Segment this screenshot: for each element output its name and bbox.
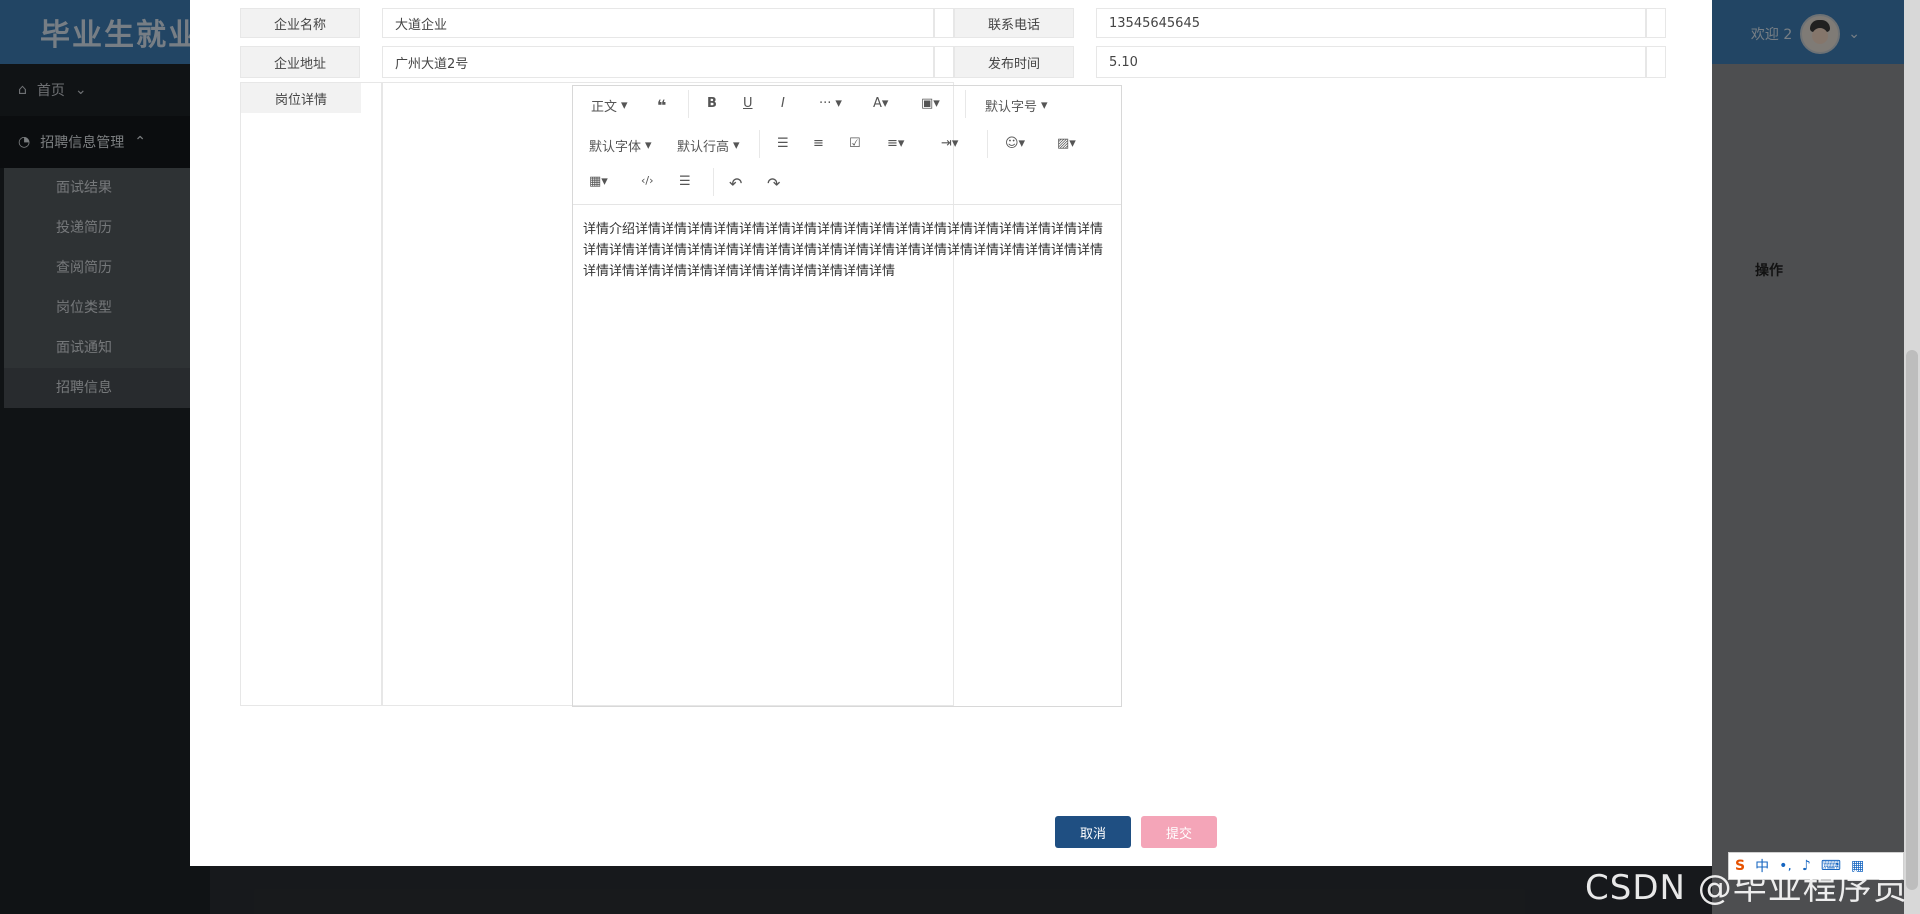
address-field[interactable]: 广州大道2号 [382,46,934,78]
font-size-label: 默认字号 [985,100,1038,115]
paragraph-label: 正文 [591,100,618,115]
line-height-select[interactable]: 默认行高 ▾ [677,136,740,155]
form-row: 企业地址 广州大道2号 发布时间 5.10 [240,46,1666,78]
emoji-icon[interactable]: ☺▾ [1005,136,1025,151]
edit-modal: 企业名称 大道企业 联系电话 13545645645 企业地址 广州大道2号 发… [190,0,1712,866]
quote-icon[interactable]: ❝ [657,96,666,115]
paragraph-select[interactable]: 正文 ▾ [591,96,628,115]
line-height-label: 默认行高 [677,140,730,155]
undo-icon[interactable]: ↶ [729,174,742,193]
phone-field[interactable]: 13545645645 [1096,8,1646,38]
form-row: 企业名称 大道企业 联系电话 13545645645 [240,8,1666,38]
divider-icon[interactable]: ☰ [679,174,691,189]
code-icon[interactable]: ‹/› [641,174,654,187]
editor-content[interactable]: 详情介绍详情详情详情详情详情详情详情详情详情详情详情详情详情详情详情详情详情详情… [573,205,1121,296]
detail-label: 岗位详情 [241,83,361,113]
background-color-icon[interactable]: ▣▾ [921,96,940,111]
cancel-button[interactable]: 取消 [1055,816,1131,848]
detail-label-cell: 岗位详情 [240,82,382,706]
font-color-icon[interactable]: A▾ [873,96,888,111]
font-family-label: 默认字体 [589,140,642,155]
checklist-icon[interactable]: ☑ [849,136,861,151]
caret-down-icon: ▾ [1041,98,1048,113]
submit-button[interactable]: 提交 [1141,816,1217,848]
publish-field[interactable]: 5.10 [1096,46,1646,78]
italic-button[interactable]: I [781,96,785,111]
company-name-label: 企业名称 [240,8,360,38]
editor-toolbar: 正文 ▾ ❝ B U I ··· ▾ A▾ ▣▾ 默认字号 ▾ 默认字体 ▾ 默认行高 ▾… [573,86,1121,205]
table-icon[interactable]: ▦▾ [589,174,608,189]
align-icon[interactable]: ≡▾ [887,136,904,151]
caret-down-icon: ▾ [733,138,740,153]
font-family-select[interactable]: 默认字体 ▾ [589,136,652,155]
company-name-field[interactable]: 大道企业 [382,8,934,38]
caret-down-icon: ▾ [835,96,842,111]
indent-icon[interactable]: ⇥▾ [941,136,958,151]
more-style-button[interactable]: ··· ▾ [819,96,842,111]
underline-button[interactable]: U [743,96,753,111]
caret-down-icon: ▾ [621,98,628,113]
phone-label: 联系电话 [954,8,1074,38]
more-label: ··· [819,96,832,111]
bullet-list-icon[interactable]: ☰ [777,136,789,151]
address-label: 企业地址 [240,46,360,78]
numbered-list-icon[interactable]: ≡ [813,136,824,151]
rich-text-editor: 正文 ▾ ❝ B U I ··· ▾ A▾ ▣▾ 默认字号 ▾ 默认字体 ▾ 默认行高 ▾… [572,85,1122,707]
watermark: CSDN @毕业程序员 [1585,868,1908,908]
bold-button[interactable]: B [707,96,717,111]
font-size-select[interactable]: 默认字号 ▾ [985,96,1048,115]
image-icon[interactable]: ▨▾ [1057,136,1076,151]
publish-label: 发布时间 [954,46,1074,78]
scrollbar-thumb[interactable] [1906,350,1918,890]
redo-icon[interactable]: ↷ [767,174,780,193]
caret-down-icon: ▾ [645,138,652,153]
